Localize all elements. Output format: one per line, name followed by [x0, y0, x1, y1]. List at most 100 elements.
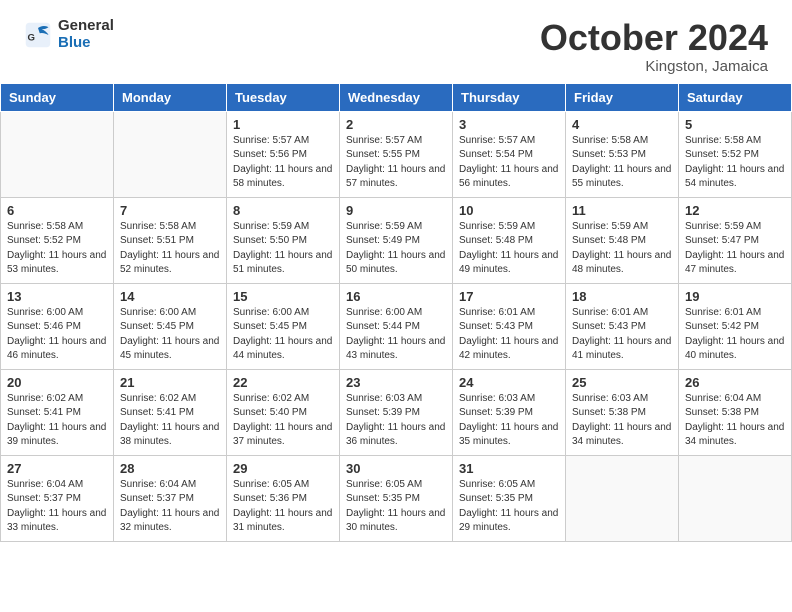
day-number: 7: [120, 203, 220, 218]
day-number: 21: [120, 375, 220, 390]
day-number: 15: [233, 289, 333, 304]
calendar-cell: 3 Sunrise: 5:57 AM Sunset: 5:54 PM Daylig…: [453, 111, 566, 197]
day-number: 29: [233, 461, 333, 476]
day-number: 22: [233, 375, 333, 390]
weekday-header-row: SundayMondayTuesdayWednesdayThursdayFrid…: [1, 83, 792, 111]
day-number: 19: [685, 289, 785, 304]
calendar-cell: 26 Sunrise: 6:04 AM Sunset: 5:38 PM Dayli…: [679, 369, 792, 455]
weekday-header-monday: Monday: [114, 83, 227, 111]
day-info: Sunrise: 6:01 AM Sunset: 5:42 PM Dayligh…: [685, 306, 785, 364]
day-number: 6: [7, 203, 107, 218]
calendar-cell: 23Sunrise: 6:03 AM Sunset: 5:39 PM Dayli…: [340, 369, 453, 455]
day-info: Sunrise: 5:58 AM Sunset: 5:53 PM Dayligh…: [572, 134, 672, 192]
weekday-header-thursday: Thursday: [453, 83, 566, 111]
day-number: 3: [459, 117, 559, 132]
day-number: 14: [120, 289, 220, 304]
calendar-cell: 22 Sunrise: 6:02 AM Sunset: 5:40 PM Dayli…: [227, 369, 340, 455]
day-number: 12: [685, 203, 785, 218]
week-row-3: 13 Sunrise: 6:00 AM Sunset: 5:46 PM Dayli…: [1, 283, 792, 369]
day-number: 26: [685, 375, 785, 390]
calendar-cell: [566, 455, 679, 541]
calendar-cell: 14 Sunrise: 6:00 AM Sunset: 5:45 PM Dayli…: [114, 283, 227, 369]
day-number: 13: [7, 289, 107, 304]
day-number: 9: [346, 203, 446, 218]
calendar-cell: 2 Sunrise: 5:57 AM Sunset: 5:55 PM Daylig…: [340, 111, 453, 197]
logo-general-text: General: [58, 18, 114, 35]
day-info: Sunrise: 6:02 AM Sunset: 5:40 PM Dayligh…: [233, 392, 333, 450]
calendar-cell: 17 Sunrise: 6:01 AM Sunset: 5:43 PM Dayli…: [453, 283, 566, 369]
logo-icon: G: [24, 21, 52, 49]
calendar-cell: 9 Sunrise: 5:59 AM Sunset: 5:49 PM Daylig…: [340, 197, 453, 283]
day-info: Sunrise: 5:57 AM Sunset: 5:54 PM Dayligh…: [459, 134, 559, 192]
day-info: Sunrise: 6:01 AM Sunset: 5:43 PM Dayligh…: [459, 306, 559, 364]
day-number: 1: [233, 117, 333, 132]
day-info: Sunrise: 5:58 AM Sunset: 5:52 PM Dayligh…: [685, 134, 785, 192]
day-info: Sunrise: 6:05 AM Sunset: 5:35 PM Dayligh…: [459, 478, 559, 536]
weekday-header-sunday: Sunday: [1, 83, 114, 111]
day-number: 30: [346, 461, 446, 476]
day-info: Sunrise: 6:01 AM Sunset: 5:43 PM Dayligh…: [572, 306, 672, 364]
calendar-cell: 16Sunrise: 6:00 AM Sunset: 5:44 PM Dayli…: [340, 283, 453, 369]
month-title: October 2024: [540, 18, 768, 58]
day-info: Sunrise: 5:58 AM Sunset: 5:51 PM Dayligh…: [120, 220, 220, 278]
day-info: Sunrise: 6:02 AM Sunset: 5:41 PM Dayligh…: [7, 392, 107, 450]
day-number: 28: [120, 461, 220, 476]
calendar-cell: 8 Sunrise: 5:59 AM Sunset: 5:50 PM Daylig…: [227, 197, 340, 283]
week-row-1: 1 Sunrise: 5:57 AM Sunset: 5:56 PM Daylig…: [1, 111, 792, 197]
calendar-cell: [1, 111, 114, 197]
day-number: 31: [459, 461, 559, 476]
day-info: Sunrise: 5:59 AM Sunset: 5:48 PM Dayligh…: [572, 220, 672, 278]
logo-blue-text: Blue: [58, 35, 114, 52]
day-number: 2: [346, 117, 446, 132]
week-row-4: 20 Sunrise: 6:02 AM Sunset: 5:41 PM Dayli…: [1, 369, 792, 455]
day-info: Sunrise: 5:59 AM Sunset: 5:50 PM Dayligh…: [233, 220, 333, 278]
calendar-cell: 5 Sunrise: 5:58 AM Sunset: 5:52 PM Daylig…: [679, 111, 792, 197]
day-number: 23: [346, 375, 446, 390]
day-info: Sunrise: 6:03 AM Sunset: 5:39 PM Dayligh…: [459, 392, 559, 450]
day-number: 16: [346, 289, 446, 304]
day-info: Sunrise: 6:05 AM Sunset: 5:35 PM Dayligh…: [346, 478, 446, 536]
weekday-header-tuesday: Tuesday: [227, 83, 340, 111]
day-info: Sunrise: 5:59 AM Sunset: 5:49 PM Dayligh…: [346, 220, 446, 278]
day-info: Sunrise: 6:02 AM Sunset: 5:41 PM Dayligh…: [120, 392, 220, 450]
day-info: Sunrise: 6:04 AM Sunset: 5:38 PM Dayligh…: [685, 392, 785, 450]
calendar-cell: 18Sunrise: 6:01 AM Sunset: 5:43 PM Dayli…: [566, 283, 679, 369]
calendar-cell: 31 Sunrise: 6:05 AM Sunset: 5:35 PM Dayli…: [453, 455, 566, 541]
calendar-table: SundayMondayTuesdayWednesdayThursdayFrid…: [0, 83, 792, 542]
day-info: Sunrise: 6:00 AM Sunset: 5:46 PM Dayligh…: [7, 306, 107, 364]
day-info: Sunrise: 6:05 AM Sunset: 5:36 PM Dayligh…: [233, 478, 333, 536]
calendar-cell: 13 Sunrise: 6:00 AM Sunset: 5:46 PM Dayli…: [1, 283, 114, 369]
logo: G General Blue: [24, 18, 114, 51]
day-info: Sunrise: 5:57 AM Sunset: 5:56 PM Dayligh…: [233, 134, 333, 192]
calendar-cell: 11Sunrise: 5:59 AM Sunset: 5:48 PM Dayli…: [566, 197, 679, 283]
day-number: 8: [233, 203, 333, 218]
day-info: Sunrise: 6:00 AM Sunset: 5:45 PM Dayligh…: [120, 306, 220, 364]
day-number: 20: [7, 375, 107, 390]
day-info: Sunrise: 5:58 AM Sunset: 5:52 PM Dayligh…: [7, 220, 107, 278]
calendar-cell: 4Sunrise: 5:58 AM Sunset: 5:53 PM Daylig…: [566, 111, 679, 197]
calendar-cell: 15 Sunrise: 6:00 AM Sunset: 5:45 PM Dayli…: [227, 283, 340, 369]
calendar-cell: 7 Sunrise: 5:58 AM Sunset: 5:51 PM Daylig…: [114, 197, 227, 283]
day-info: Sunrise: 6:03 AM Sunset: 5:38 PM Dayligh…: [572, 392, 672, 450]
day-info: Sunrise: 6:04 AM Sunset: 5:37 PM Dayligh…: [7, 478, 107, 536]
day-info: Sunrise: 6:00 AM Sunset: 5:45 PM Dayligh…: [233, 306, 333, 364]
calendar-cell: 12 Sunrise: 5:59 AM Sunset: 5:47 PM Dayli…: [679, 197, 792, 283]
calendar-cell: [114, 111, 227, 197]
location-subtitle: Kingston, Jamaica: [540, 58, 768, 75]
calendar-cell: 25 Sunrise: 6:03 AM Sunset: 5:38 PM Dayli…: [566, 369, 679, 455]
day-info: Sunrise: 6:04 AM Sunset: 5:37 PM Dayligh…: [120, 478, 220, 536]
weekday-header-saturday: Saturday: [679, 83, 792, 111]
calendar-cell: 29 Sunrise: 6:05 AM Sunset: 5:36 PM Dayli…: [227, 455, 340, 541]
day-number: 10: [459, 203, 559, 218]
day-info: Sunrise: 5:59 AM Sunset: 5:47 PM Dayligh…: [685, 220, 785, 278]
calendar-cell: 1 Sunrise: 5:57 AM Sunset: 5:56 PM Daylig…: [227, 111, 340, 197]
logo-text: General Blue: [58, 18, 114, 51]
weekday-header-friday: Friday: [566, 83, 679, 111]
week-row-2: 6 Sunrise: 5:58 AM Sunset: 5:52 PM Daylig…: [1, 197, 792, 283]
svg-text:G: G: [28, 32, 35, 43]
day-info: Sunrise: 5:57 AM Sunset: 5:55 PM Dayligh…: [346, 134, 446, 192]
day-number: 17: [459, 289, 559, 304]
day-number: 25: [572, 375, 672, 390]
day-number: 5: [685, 117, 785, 132]
calendar-cell: 20 Sunrise: 6:02 AM Sunset: 5:41 PM Dayli…: [1, 369, 114, 455]
